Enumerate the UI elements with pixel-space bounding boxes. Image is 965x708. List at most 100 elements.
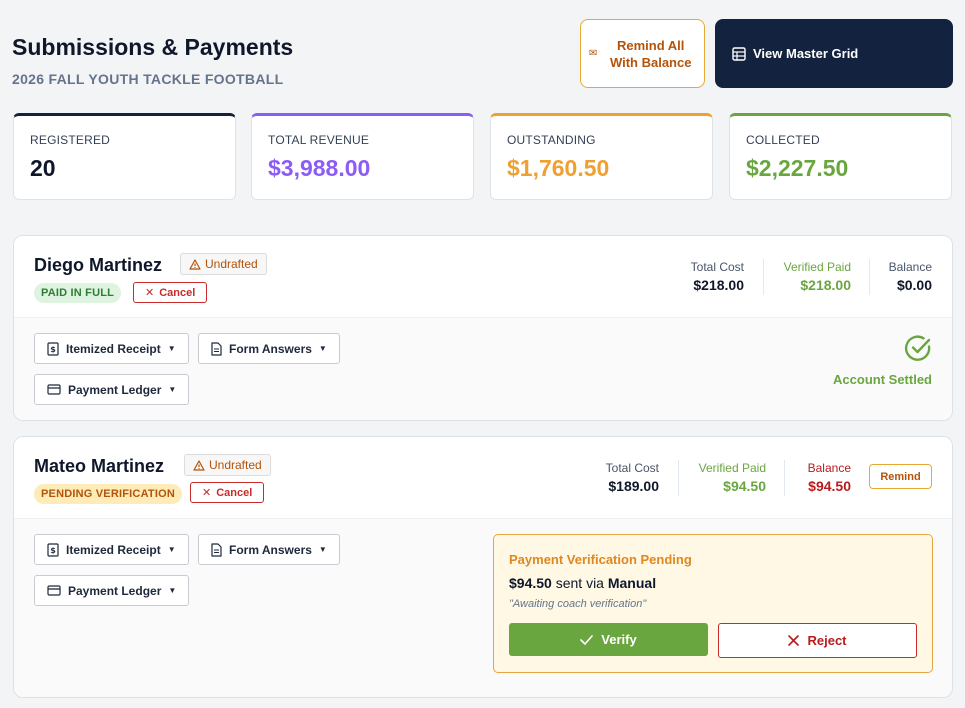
verified-paid-label: Verified Paid xyxy=(783,260,851,274)
warning-icon xyxy=(193,459,205,471)
view-master-grid-button[interactable]: View Master Grid xyxy=(715,19,953,88)
cancel-button[interactable]: ✕ Cancel xyxy=(133,282,208,303)
close-icon: ✕ xyxy=(202,487,212,499)
verification-sent-via: sent via xyxy=(555,575,604,591)
payment-ledger-dropdown[interactable]: Payment Ledger ▼ xyxy=(34,374,190,405)
total-cost: Total Cost $189.00 xyxy=(606,461,659,494)
svg-text:$: $ xyxy=(50,345,56,354)
page-title: Submissions & Payments xyxy=(12,34,294,60)
warning-icon xyxy=(189,258,201,270)
cancel-label: Cancel xyxy=(159,286,196,299)
view-master-grid-label: View Master Grid xyxy=(753,46,859,61)
payment-ledger-label: Payment Ledger xyxy=(68,382,162,397)
balance-value: $94.50 xyxy=(808,478,851,494)
caret-down-icon: ▼ xyxy=(318,545,327,554)
remind-all-label: Remind All With Balance xyxy=(609,37,692,70)
remind-all-button[interactable]: ✉ Remind All With Balance xyxy=(580,19,705,88)
cancel-label: Cancel xyxy=(216,486,253,499)
total-cost-value: $189.00 xyxy=(608,478,659,494)
caret-down-icon: ▼ xyxy=(167,344,176,353)
verified-paid: Verified Paid $94.50 xyxy=(699,461,766,494)
close-icon: ✕ xyxy=(145,287,155,299)
caret-down-icon: ▼ xyxy=(168,385,177,394)
submission-card-header: Diego Martinez Undrafted PAID IN FULL ✕ … xyxy=(14,236,952,318)
balance-value: $0.00 xyxy=(896,277,932,293)
submission-card-body: $ Itemized Receipt ▼ Form Answers ▼ Paym… xyxy=(14,318,952,420)
form-answers-dropdown[interactable]: Form Answers ▼ xyxy=(198,534,340,565)
verified-paid-value: $94.50 xyxy=(723,478,766,494)
balance: Balance $0.00 xyxy=(889,260,932,293)
balance-label: Balance xyxy=(888,260,932,274)
player-name: Mateo Martinez xyxy=(34,456,165,476)
draft-status-text: Undrafted xyxy=(205,257,258,271)
grid-icon xyxy=(732,46,746,61)
verification-amount: $94.50 xyxy=(509,575,552,591)
itemized-receipt-label: Itemized Receipt xyxy=(66,542,161,557)
total-cost: Total Cost $218.00 xyxy=(691,260,744,293)
verified-paid-value: $218.00 xyxy=(800,277,851,293)
remind-button[interactable]: Remind xyxy=(869,464,932,489)
itemized-receipt-dropdown[interactable]: $ Itemized Receipt ▼ xyxy=(34,333,189,364)
form-answers-dropdown[interactable]: Form Answers ▼ xyxy=(198,333,340,364)
reject-button[interactable]: Reject xyxy=(718,623,917,658)
submission-card: Diego Martinez Undrafted PAID IN FULL ✕ … xyxy=(13,235,953,421)
stat-value: 20 xyxy=(30,155,56,181)
stat-label: TOTAL REVENUE xyxy=(268,133,370,147)
draft-status-badge: Undrafted xyxy=(180,253,267,275)
itemized-receipt-dropdown[interactable]: $ Itemized Receipt ▼ xyxy=(34,534,189,565)
credit-card-icon xyxy=(47,585,61,596)
verification-title: Payment Verification Pending xyxy=(509,552,692,567)
payment-ledger-dropdown[interactable]: Payment Ledger ▼ xyxy=(34,575,190,606)
payment-verification-panel: Payment Verification Pending $94.50 sent… xyxy=(493,534,933,673)
divider xyxy=(869,259,870,295)
page-header: Submissions & Payments 2026 FALL YOUTH T… xyxy=(12,34,293,87)
draft-status-text: Undrafted xyxy=(209,458,262,472)
player-name: Diego Martinez xyxy=(34,255,163,275)
svg-text:$: $ xyxy=(50,546,56,555)
payment-ledger-label: Payment Ledger xyxy=(68,583,162,598)
caret-down-icon: ▼ xyxy=(167,545,176,554)
divider xyxy=(763,259,764,295)
balance-label: Balance xyxy=(807,461,851,475)
status-badge: PENDING VERIFICATION xyxy=(34,484,182,504)
verify-label: Verify xyxy=(601,632,637,647)
total-cost-label: Total Cost xyxy=(690,260,744,274)
stat-registered: REGISTERED 20 xyxy=(13,113,236,200)
receipt-icon: $ xyxy=(47,341,59,356)
reject-label: Reject xyxy=(807,633,847,648)
submission-card-body: $ Itemized Receipt ▼ Form Answers ▼ Paym… xyxy=(14,519,952,697)
check-circle-icon xyxy=(904,334,932,362)
verified-paid-label: Verified Paid xyxy=(698,461,766,475)
verify-button[interactable]: Verify xyxy=(509,623,708,656)
document-icon xyxy=(211,341,222,356)
stat-outstanding: OUTSTANDING $1,760.50 xyxy=(490,113,713,200)
total-cost-value: $218.00 xyxy=(693,277,744,293)
receipt-icon: $ xyxy=(47,542,59,557)
credit-card-icon xyxy=(47,384,61,395)
close-icon xyxy=(788,635,800,646)
balance: Balance $94.50 xyxy=(808,461,851,494)
document-icon xyxy=(211,542,222,557)
cancel-button[interactable]: ✕ Cancel xyxy=(190,482,265,503)
form-answers-label: Form Answers xyxy=(229,341,312,356)
stat-value: $1,760.50 xyxy=(507,155,610,181)
status-badge: PAID IN FULL xyxy=(34,283,122,303)
account-settled-text: Account Settled xyxy=(833,372,932,387)
stat-total-revenue: TOTAL REVENUE $3,988.00 xyxy=(251,113,474,200)
verification-method: Manual xyxy=(607,575,657,591)
total-cost-label: Total Cost xyxy=(605,461,659,475)
submission-card: Mateo Martinez Undrafted PENDING VERIFIC… xyxy=(13,436,953,698)
draft-status-badge: Undrafted xyxy=(184,454,271,476)
stat-value: $3,988.00 xyxy=(268,155,371,181)
stat-label: REGISTERED xyxy=(30,133,111,147)
stat-value: $2,227.50 xyxy=(746,155,849,181)
stat-label: COLLECTED xyxy=(746,133,820,147)
verification-amount-line: $94.50 sent via Manual xyxy=(509,575,917,591)
divider xyxy=(784,460,785,496)
verification-note: "Awaiting coach verification" xyxy=(509,598,647,610)
verified-paid: Verified Paid $218.00 xyxy=(784,260,851,293)
page-subtitle: 2026 FALL YOUTH TACKLE FOOTBALL xyxy=(12,71,284,87)
envelope-icon: ✉ xyxy=(589,48,598,59)
submission-card-header: Mateo Martinez Undrafted PENDING VERIFIC… xyxy=(14,437,952,519)
divider xyxy=(678,460,679,496)
